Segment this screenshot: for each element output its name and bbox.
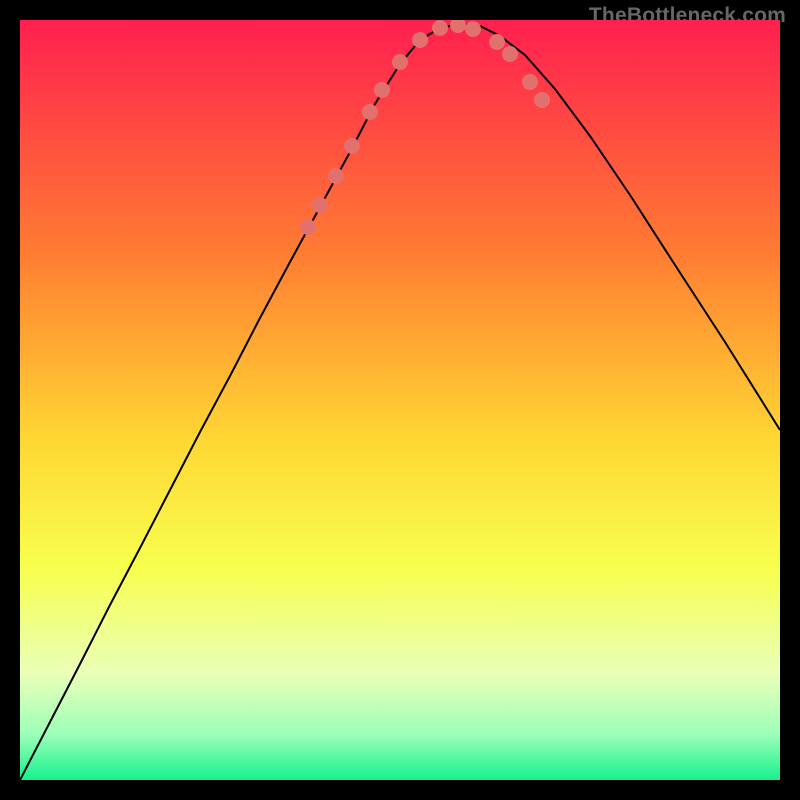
chart-svg xyxy=(20,20,780,780)
highlight-dot xyxy=(534,92,550,108)
chart-frame: TheBottleneck.com xyxy=(0,0,800,800)
gradient-background xyxy=(20,20,780,780)
highlight-dot xyxy=(489,34,505,50)
highlight-dot xyxy=(312,197,328,213)
highlight-dot xyxy=(344,138,360,154)
highlight-dot xyxy=(465,21,481,37)
highlight-dot xyxy=(522,74,538,90)
highlight-dot xyxy=(300,219,316,235)
highlight-dot xyxy=(328,168,344,184)
highlight-dot xyxy=(362,104,378,120)
highlight-dot xyxy=(374,82,390,98)
plot-area xyxy=(20,20,780,780)
highlight-dot xyxy=(392,54,408,70)
highlight-dot xyxy=(502,46,518,62)
highlight-dot xyxy=(432,20,448,36)
highlight-dot xyxy=(412,32,428,48)
